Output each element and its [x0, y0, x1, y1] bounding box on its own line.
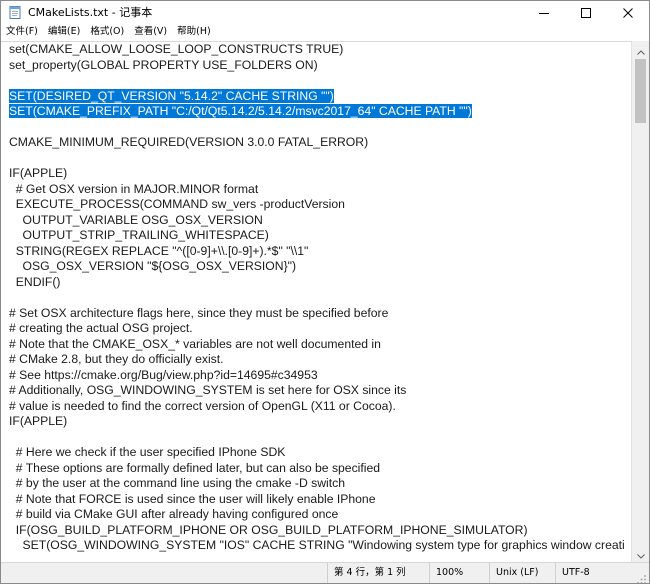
- editor-line: # Here we check if the user specified IP…: [1, 445, 631, 461]
- scroll-down-button[interactable]: [632, 544, 649, 563]
- editor-line-text: # See https://cmake.org/Bug/view.php?id=…: [9, 367, 318, 382]
- editor-line: # These options are formally defined lat…: [1, 461, 631, 477]
- editor-line-text: IF(APPLE): [9, 166, 68, 180]
- editor-line-text: OUTPUT_STRIP_TRAILING_WHITESPACE): [9, 228, 269, 242]
- editor-line: # Note that the CMAKE_OSX_* variables ar…: [1, 337, 631, 353]
- editor-line-text: ENDIF(): [9, 274, 61, 289]
- editor-line-text: SET(CMAKE_PREFIX_PATH "C:/Qt/Qt5.14.2/5.…: [9, 104, 472, 118]
- editor-line-text: # Set OSX architecture flags here, since…: [9, 305, 389, 320]
- editor-line-text: # Get OSX version in MAJOR.MINOR format: [9, 181, 259, 196]
- editor-line: # Additionally, OSG_WINDOWING_SYSTEM is …: [1, 383, 631, 399]
- editor-line-text: # creating the actual OSG project.: [9, 321, 193, 335]
- resize-grip-icon[interactable]: [635, 570, 647, 583]
- editor-line: STRING(REGEX REPLACE "^([0-9]+\\.[0-9]+)…: [1, 244, 631, 260]
- menu-edit[interactable]: 编辑(E): [43, 23, 85, 41]
- editor-line: IF(APPLE): [1, 166, 631, 182]
- title-bar[interactable]: CMakeLists.txt - 记事本: [1, 1, 649, 23]
- scroll-up-button[interactable]: [632, 40, 649, 59]
- status-cursor-position: 第 4 行，第 1 列: [327, 563, 406, 583]
- editor-line-text: # by the user at the command line using …: [9, 476, 345, 490]
- editor-line: # Set OSX architecture flags here, since…: [1, 306, 631, 322]
- editor-line-text: # CMake 2.8, but they do officially exis…: [9, 352, 224, 366]
- editor-line: SET(DESIRED_QT_VERSION "5.14.2" CACHE ST…: [1, 88, 631, 105]
- caption-buttons: [523, 1, 649, 23]
- editor-line: # See https://cmake.org/Bug/view.php?id=…: [1, 368, 631, 384]
- editor-line-text: # Additionally, OSG_WINDOWING_SYSTEM is …: [9, 383, 407, 397]
- editor-line: CMAKE_MINIMUM_REQUIRED(VERSION 3.0.0 FAT…: [1, 135, 631, 151]
- menu-format[interactable]: 格式(O): [85, 23, 129, 41]
- editor-line: IF(OSG_BUILD_PLATFORM_IPHONE OR OSG_BUIL…: [1, 523, 631, 539]
- menu-help[interactable]: 帮助(H): [172, 23, 216, 41]
- editor-line-text: SET(OSG_WINDOWING_SYSTEM "IOS" CACHE STR…: [9, 538, 625, 552]
- status-encoding: UTF-8: [555, 563, 590, 583]
- editor-line: EXECUTE_PROCESS(COMMAND sw_vers -product…: [1, 197, 631, 213]
- editor-line-text: set(CMAKE_ALLOW_LOOSE_LOOP_CONSTRUCTS TR…: [9, 42, 344, 56]
- status-zoom: 100%: [429, 563, 463, 583]
- editor-line-text: # value is needed to find the correct ve…: [9, 398, 396, 413]
- editor-line-text: CMAKE_MINIMUM_REQUIRED(VERSION 3.0.0 FAT…: [9, 135, 369, 149]
- editor-line: # CMake 2.8, but they do officially exis…: [1, 352, 631, 368]
- editor-line-text: # Here we check if the user specified IP…: [9, 445, 286, 459]
- minimize-icon: [539, 3, 549, 22]
- menu-view[interactable]: 查看(V): [129, 23, 172, 41]
- editor-line: # build via CMake GUI after already havi…: [1, 507, 631, 523]
- editor-line-text: # build via CMake GUI after already havi…: [9, 507, 339, 521]
- editor-line-text: IF(OSG_BUILD_PLATFORM_IPHONE OR OSG_BUIL…: [9, 522, 528, 537]
- window-title: CMakeLists.txt - 记事本: [28, 6, 153, 19]
- maximize-button[interactable]: [565, 1, 607, 23]
- vertical-scrollbar[interactable]: [631, 40, 649, 563]
- editor-line-text: # Note that FORCE is used since the user…: [9, 491, 376, 506]
- menu-file[interactable]: 文件(F): [1, 23, 43, 41]
- notepad-window: CMakeLists.txt - 记事本 文件(F) 编辑(E) 格式(O) 查…: [0, 0, 650, 584]
- menu-bar: 文件(F) 编辑(E) 格式(O) 查看(V) 帮助(H): [1, 23, 649, 41]
- editor-line-text: set_property(GLOBAL PROPERTY USE_FOLDERS…: [9, 57, 318, 72]
- status-line-ending: Unix (LF): [489, 563, 538, 583]
- editor-line: OSG_OSX_VERSION "${OSG_OSX_VERSION}"): [1, 259, 631, 275]
- close-icon: [623, 3, 633, 22]
- editor-line: IF(APPLE): [1, 414, 631, 430]
- minimize-button[interactable]: [523, 1, 565, 23]
- close-button[interactable]: [607, 1, 649, 23]
- notepad-icon[interactable]: [8, 5, 22, 19]
- editor-line: # by the user at the command line using …: [1, 476, 631, 492]
- status-bar: 第 4 行，第 1 列 100% Unix (LF) UTF-8: [1, 562, 649, 583]
- editor-line-text: OSG_OSX_VERSION "${OSG_OSX_VERSION}"): [9, 259, 297, 273]
- editor-line-text: # Note that the CMAKE_OSX_* variables ar…: [9, 336, 381, 351]
- scrollbar-thumb[interactable]: [635, 59, 646, 123]
- editor-line: SET(CMAKE_PREFIX_PATH "C:/Qt/Qt5.14.2/5.…: [1, 104, 631, 120]
- editor-line: set(CMAKE_ALLOW_LOOSE_LOOP_CONSTRUCTS TR…: [1, 42, 631, 58]
- editor-line-text: # These options are formally defined lat…: [9, 460, 381, 475]
- editor-line-text: SET(DESIRED_QT_VERSION "5.14.2" CACHE ST…: [9, 88, 334, 103]
- editor-line-text: OUTPUT_VARIABLE OSG_OSX_VERSION: [9, 212, 263, 227]
- editor-line-text: IF(APPLE): [9, 414, 68, 428]
- editor-line: # value is needed to find the correct ve…: [1, 399, 631, 415]
- text-editor[interactable]: set(CMAKE_ALLOW_LOOSE_LOOP_CONSTRUCTS TR…: [1, 41, 631, 563]
- editor-line: SET(OSG_WINDOWING_SYSTEM "IOS" CACHE STR…: [1, 538, 631, 554]
- editor-line: # Get OSX version in MAJOR.MINOR format: [1, 182, 631, 198]
- editor-line: ENDIF(): [1, 275, 631, 291]
- editor-line-text: STRING(REGEX REPLACE "^([0-9]+\\.[0-9]+)…: [9, 243, 309, 258]
- maximize-icon: [581, 3, 591, 22]
- editor-line: OUTPUT_VARIABLE OSG_OSX_VERSION: [1, 213, 631, 229]
- editor-line: set_property(GLOBAL PROPERTY USE_FOLDERS…: [1, 58, 631, 74]
- editor-line: OUTPUT_STRIP_TRAILING_WHITESPACE): [1, 228, 631, 244]
- editor-line: # Note that FORCE is used since the user…: [1, 492, 631, 508]
- editor-line-text: EXECUTE_PROCESS(COMMAND sw_vers -product…: [9, 197, 345, 211]
- chevron-down-icon: [637, 544, 645, 563]
- editor-line: # creating the actual OSG project.: [1, 321, 631, 337]
- chevron-up-icon: [637, 40, 645, 59]
